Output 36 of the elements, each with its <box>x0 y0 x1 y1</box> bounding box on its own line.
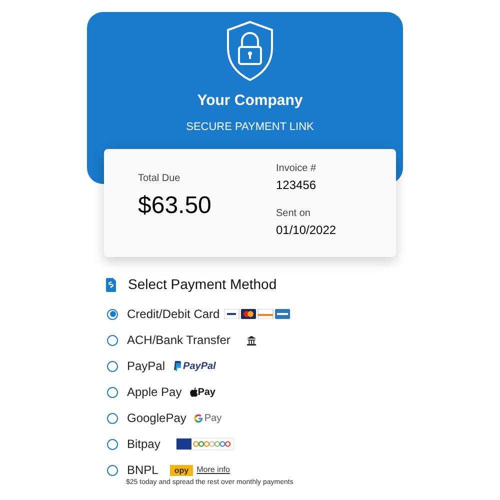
bank-icon <box>246 334 258 346</box>
google-pay-logo-text: Pay <box>204 412 222 426</box>
radio-button[interactable] <box>107 360 118 372</box>
total-due-label: Total Due <box>138 172 182 186</box>
radio-button[interactable] <box>107 334 118 346</box>
shield-lock-icon <box>225 20 275 82</box>
radio-button[interactable] <box>107 412 118 424</box>
payment-method-label[interactable]: Credit/Debit Card <box>127 305 220 323</box>
invoice-number: 123456 <box>276 177 318 194</box>
payment-method-label[interactable]: Apple Pay <box>127 383 182 401</box>
card-logos-icon <box>224 309 290 319</box>
crypto-logos-icon <box>176 438 234 450</box>
company-name: Your Company <box>197 91 303 111</box>
apple-icon <box>190 387 198 397</box>
google-g-icon <box>194 414 204 422</box>
total-due-amount: $63.50 <box>138 191 212 221</box>
section-title: Select Payment Method <box>128 275 277 294</box>
sent-date: 01/10/2022 <box>276 222 336 239</box>
apple-pay-logo-text: Pay <box>198 386 216 400</box>
bnpl-logo-badge: opy <box>170 464 193 476</box>
invoice-icon <box>106 278 116 292</box>
payment-method-label[interactable]: BNPL <box>127 461 158 479</box>
sent-on-label: Sent on <box>276 207 312 221</box>
radio-button[interactable] <box>107 438 118 450</box>
paypal-icon <box>173 361 182 371</box>
invoice-label: Invoice # <box>276 162 318 176</box>
paypal-logo-text: PayPal <box>183 360 216 374</box>
payment-method-label[interactable]: GooglePay <box>127 409 186 427</box>
payment-method-label[interactable]: Bitpay <box>127 435 160 453</box>
payment-method-label[interactable]: ACH/Bank Transfer <box>127 331 230 349</box>
payment-method-label[interactable]: PayPal <box>127 357 166 375</box>
radio-button[interactable] <box>107 386 118 398</box>
radio-button[interactable] <box>107 464 118 476</box>
more-info-link[interactable]: More info <box>196 464 230 476</box>
radio-button[interactable] <box>107 308 118 320</box>
header-subtitle: SECURE PAYMENT LINK <box>186 120 314 134</box>
